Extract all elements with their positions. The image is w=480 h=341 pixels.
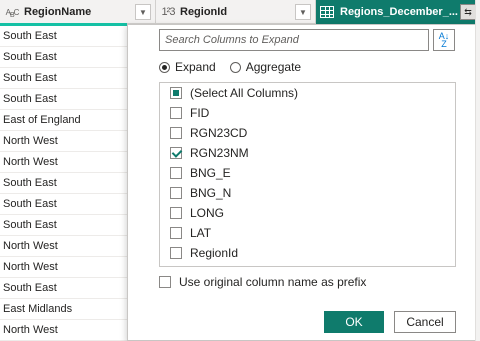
radio-selected-icon[interactable] — [159, 61, 170, 73]
table-row[interactable]: North West — [0, 236, 127, 257]
checklist-label: LONG — [190, 206, 225, 220]
search-columns-input[interactable] — [160, 30, 428, 50]
checklist-label: RGN23CD — [190, 126, 248, 140]
checklist-item-fid[interactable]: FID — [160, 103, 455, 123]
checklist-item-lat[interactable]: LAT — [160, 223, 455, 243]
column-header-regions-december[interactable]: Regions_December_... ⇆ — [316, 0, 480, 24]
table-row[interactable]: South East — [0, 26, 127, 47]
filter-dropdown-icon[interactable]: ▼ — [135, 4, 151, 20]
checklist-label: BNG_E — [190, 166, 231, 180]
checkbox-icon[interactable] — [170, 167, 182, 179]
filter-dropdown-icon[interactable]: ▼ — [295, 4, 311, 20]
prefix-label: Use original column name as prefix — [179, 275, 367, 289]
checklist-label: (Select All Columns) — [190, 86, 299, 100]
column-title: RegionId — [180, 6, 228, 18]
checklist-item-bng-n[interactable]: BNG_N — [160, 183, 455, 203]
checkbox-icon[interactable] — [159, 276, 171, 288]
column-title: RegionName — [24, 6, 92, 18]
checklist-label: RGN23NM — [190, 146, 249, 160]
table-row[interactable]: North West — [0, 257, 127, 278]
table-row[interactable]: South East — [0, 68, 127, 89]
cancel-button[interactable]: Cancel — [394, 311, 456, 333]
checklist-item-regionid[interactable]: RegionId — [160, 243, 455, 263]
checklist-label: FID — [190, 106, 210, 120]
sort-az-icon[interactable]: A↓ Z — [433, 29, 455, 51]
table-row[interactable]: South East — [0, 47, 127, 68]
checkbox-icon[interactable] — [170, 107, 182, 119]
expand-columns-popup: A↓Z Expand Aggregate (Select All Columns… — [127, 24, 476, 341]
checkbox-icon[interactable] — [170, 207, 182, 219]
checkbox-icon[interactable] — [170, 187, 182, 199]
column-title: Regions_December_... — [340, 6, 458, 18]
checklist-item-rgn23cd[interactable]: RGN23CD — [160, 123, 455, 143]
checkbox-icon[interactable] — [170, 247, 182, 259]
ok-button[interactable]: OK — [324, 311, 384, 333]
table-row[interactable]: North West — [0, 131, 127, 152]
table-row[interactable]: East of England — [0, 110, 127, 131]
grid-header: ABC RegionName ▼ 1²3 RegionId ▼ Regions_… — [0, 0, 480, 24]
radio-label: Aggregate — [245, 60, 302, 74]
table-row[interactable]: South East — [0, 278, 127, 299]
expand-column-icon[interactable]: ⇆ — [460, 4, 476, 20]
checklist-item-rgn23nm[interactable]: RGN23NM — [160, 143, 455, 163]
checkbox-checked-icon[interactable] — [170, 147, 182, 159]
checkbox-icon[interactable] — [170, 127, 182, 139]
table-row[interactable]: North West — [0, 152, 127, 173]
column-checklist: (Select All Columns) FID RGN23CD RGN23NM… — [159, 82, 456, 267]
scrollbar-track[interactable] — [475, 0, 480, 341]
radio-label: Expand — [175, 60, 216, 74]
search-box[interactable] — [159, 29, 429, 51]
radio-unselected-icon[interactable] — [229, 61, 241, 73]
checklist-item-bng-e[interactable]: BNG_E — [160, 163, 455, 183]
checklist-item-long[interactable]: LONG — [160, 203, 455, 223]
checkbox-icon[interactable] — [170, 227, 182, 239]
checklist-label: BNG_N — [190, 186, 232, 200]
table-row[interactable]: East Midlands — [0, 299, 127, 320]
checklist-label: RegionId — [190, 246, 239, 260]
expand-radio[interactable]: Expand — [159, 60, 216, 74]
text-type-icon[interactable]: ABC — [0, 6, 24, 19]
number-type-icon[interactable]: 1²3 — [156, 6, 180, 18]
aggregate-radio[interactable]: Aggregate — [229, 60, 302, 74]
table-row[interactable]: South East — [0, 173, 127, 194]
table-row[interactable]: North West — [0, 320, 127, 341]
mode-radio-group: Expand Aggregate — [159, 60, 301, 74]
column-header-regionid[interactable]: 1²3 RegionId ▼ — [156, 0, 316, 24]
column-header-regionname[interactable]: ABC RegionName ▼ — [0, 0, 156, 24]
table-icon — [320, 6, 334, 18]
prefix-option[interactable]: Use original column name as prefix — [159, 275, 366, 289]
table-row[interactable]: South East — [0, 194, 127, 215]
table-row[interactable]: South East — [0, 89, 127, 110]
checklist-label: LAT — [190, 226, 212, 240]
table-row[interactable]: South East — [0, 215, 127, 236]
checkbox-partial-icon[interactable] — [170, 87, 182, 99]
region-name-column: South East South East South East South E… — [0, 26, 127, 341]
checklist-item-select-all[interactable]: (Select All Columns) — [160, 83, 455, 103]
